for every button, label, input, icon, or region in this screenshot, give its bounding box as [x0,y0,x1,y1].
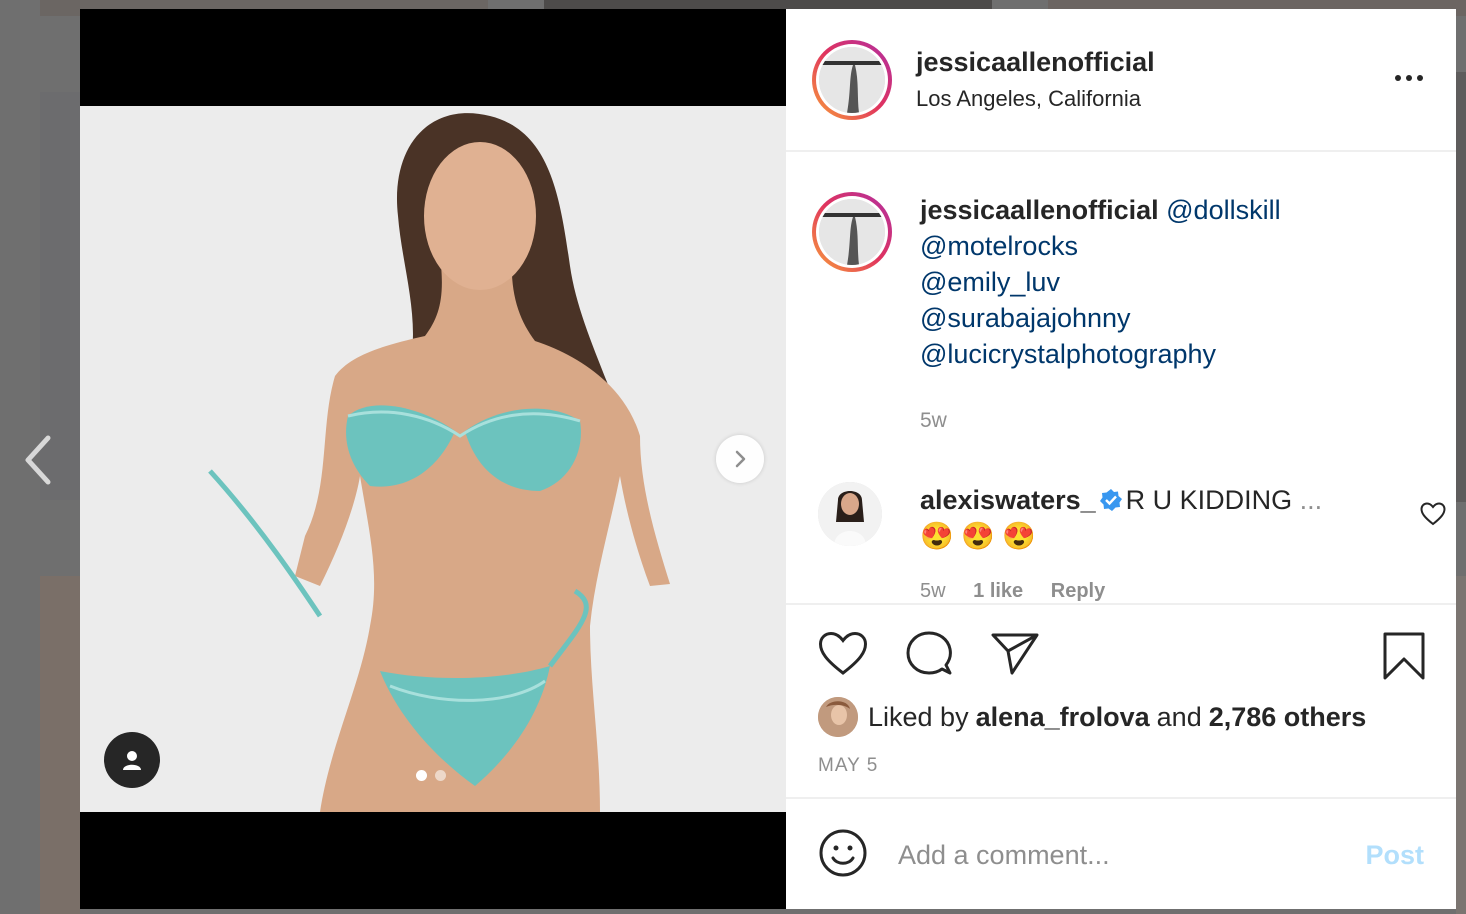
comment-reply-button[interactable]: Reply [1051,580,1105,602]
emoji-button[interactable] [818,828,868,883]
caption-username[interactable]: jessicaallenofficial [920,195,1159,225]
model-photo-illustration [80,106,786,812]
likes-summary: Liked by alena_frolova and 2,786 others [818,697,1373,737]
caption-mention[interactable]: @lucicrystalphotography [920,336,1281,372]
more-icon [1395,75,1423,81]
comment-text: alexiswaters_ R U KIDDING ... 😍 😍 😍 [920,482,1360,554]
author-username[interactable]: jessicaallenofficial [916,47,1155,78]
smiley-icon [819,829,867,876]
carousel-indicator [416,770,446,781]
comment-likes[interactable]: 1 like [973,580,1023,602]
caption-mention[interactable]: @surabajajohnny [920,300,1281,336]
liker-username[interactable]: alena_frolova [976,702,1150,733]
commenter-avatar[interactable] [818,482,882,546]
caption-author-avatar[interactable] [812,192,892,272]
save-button[interactable] [1382,631,1426,686]
caption-mention[interactable]: @motelrocks [920,228,1281,264]
carousel-dot [435,770,446,781]
bookmark-icon [1383,632,1425,680]
background-tile [1456,72,1466,502]
verified-badge-icon [1099,489,1122,511]
post-comment-button[interactable]: Post [1365,840,1424,871]
like-comment-button[interactable] [1420,502,1446,531]
share-button[interactable] [990,631,1040,682]
caption-mention[interactable]: @emily_luv [920,264,1281,300]
comment-age[interactable]: 5w [920,580,946,602]
comment-emojis: 😍 😍 😍 [920,521,1036,551]
post-media [80,9,786,909]
background-tile [40,576,80,914]
post-header: jessicaallenofficial Los Angeles, Califo… [786,9,1456,152]
chevron-left-icon [25,435,51,485]
post-caption: jessicaallenofficial @dollskill @motelro… [812,192,1281,372]
previous-post-button[interactable] [20,430,60,490]
avatar-image [818,482,882,546]
more-options-button[interactable] [1394,69,1424,87]
post-location[interactable]: Los Angeles, California [916,86,1155,112]
caption-text: jessicaallenofficial @dollskill @motelro… [920,192,1281,372]
like-button[interactable] [818,631,868,682]
comment-icon [906,631,952,675]
likes-joiner: and [1156,701,1202,732]
carousel-dot [416,770,427,781]
post-date[interactable]: MAY 5 [818,755,878,777]
caption-mention[interactable]: @dollskill [1166,195,1280,225]
heart-icon [1420,502,1446,526]
author-avatar[interactable] [812,39,892,120]
post-modal: jessicaallenofficial Los Angeles, Califo… [80,9,1456,909]
post-actions-section: Liked by alena_frolova and 2,786 others … [786,603,1456,799]
post-sidebar: jessicaallenofficial Los Angeles, Califo… [786,9,1456,909]
commenter-username[interactable]: alexiswaters_ [920,485,1096,515]
comments-list[interactable]: jessicaallenofficial @dollskill @motelro… [786,154,1456,604]
comment-input[interactable] [898,839,1338,871]
caption-age[interactable]: 5w [920,409,947,433]
comment-body: R U KIDDING [1125,485,1293,515]
likes-prefix: Liked by [868,701,969,732]
tagged-users-button[interactable] [104,732,160,788]
comment-button[interactable] [904,631,954,682]
likes-count[interactable]: 2,786 others [1209,702,1367,733]
comment-meta: 5w 1 like Reply [920,580,1127,603]
paper-plane-icon [991,633,1039,675]
liker-avatar[interactable] [818,697,858,737]
avatar-image [819,199,885,265]
action-bar [818,631,1040,682]
chevron-right-icon [735,450,746,468]
user-icon [123,751,141,770]
comment-more[interactable]: ... [1300,485,1323,515]
next-photo-button[interactable] [716,435,764,483]
avatar-image [819,46,885,113]
background-tile [1456,576,1466,914]
avatar-image [818,697,858,737]
heart-icon [818,631,868,675]
post-photo[interactable] [80,106,786,812]
add-comment-bar: Post [786,801,1456,909]
